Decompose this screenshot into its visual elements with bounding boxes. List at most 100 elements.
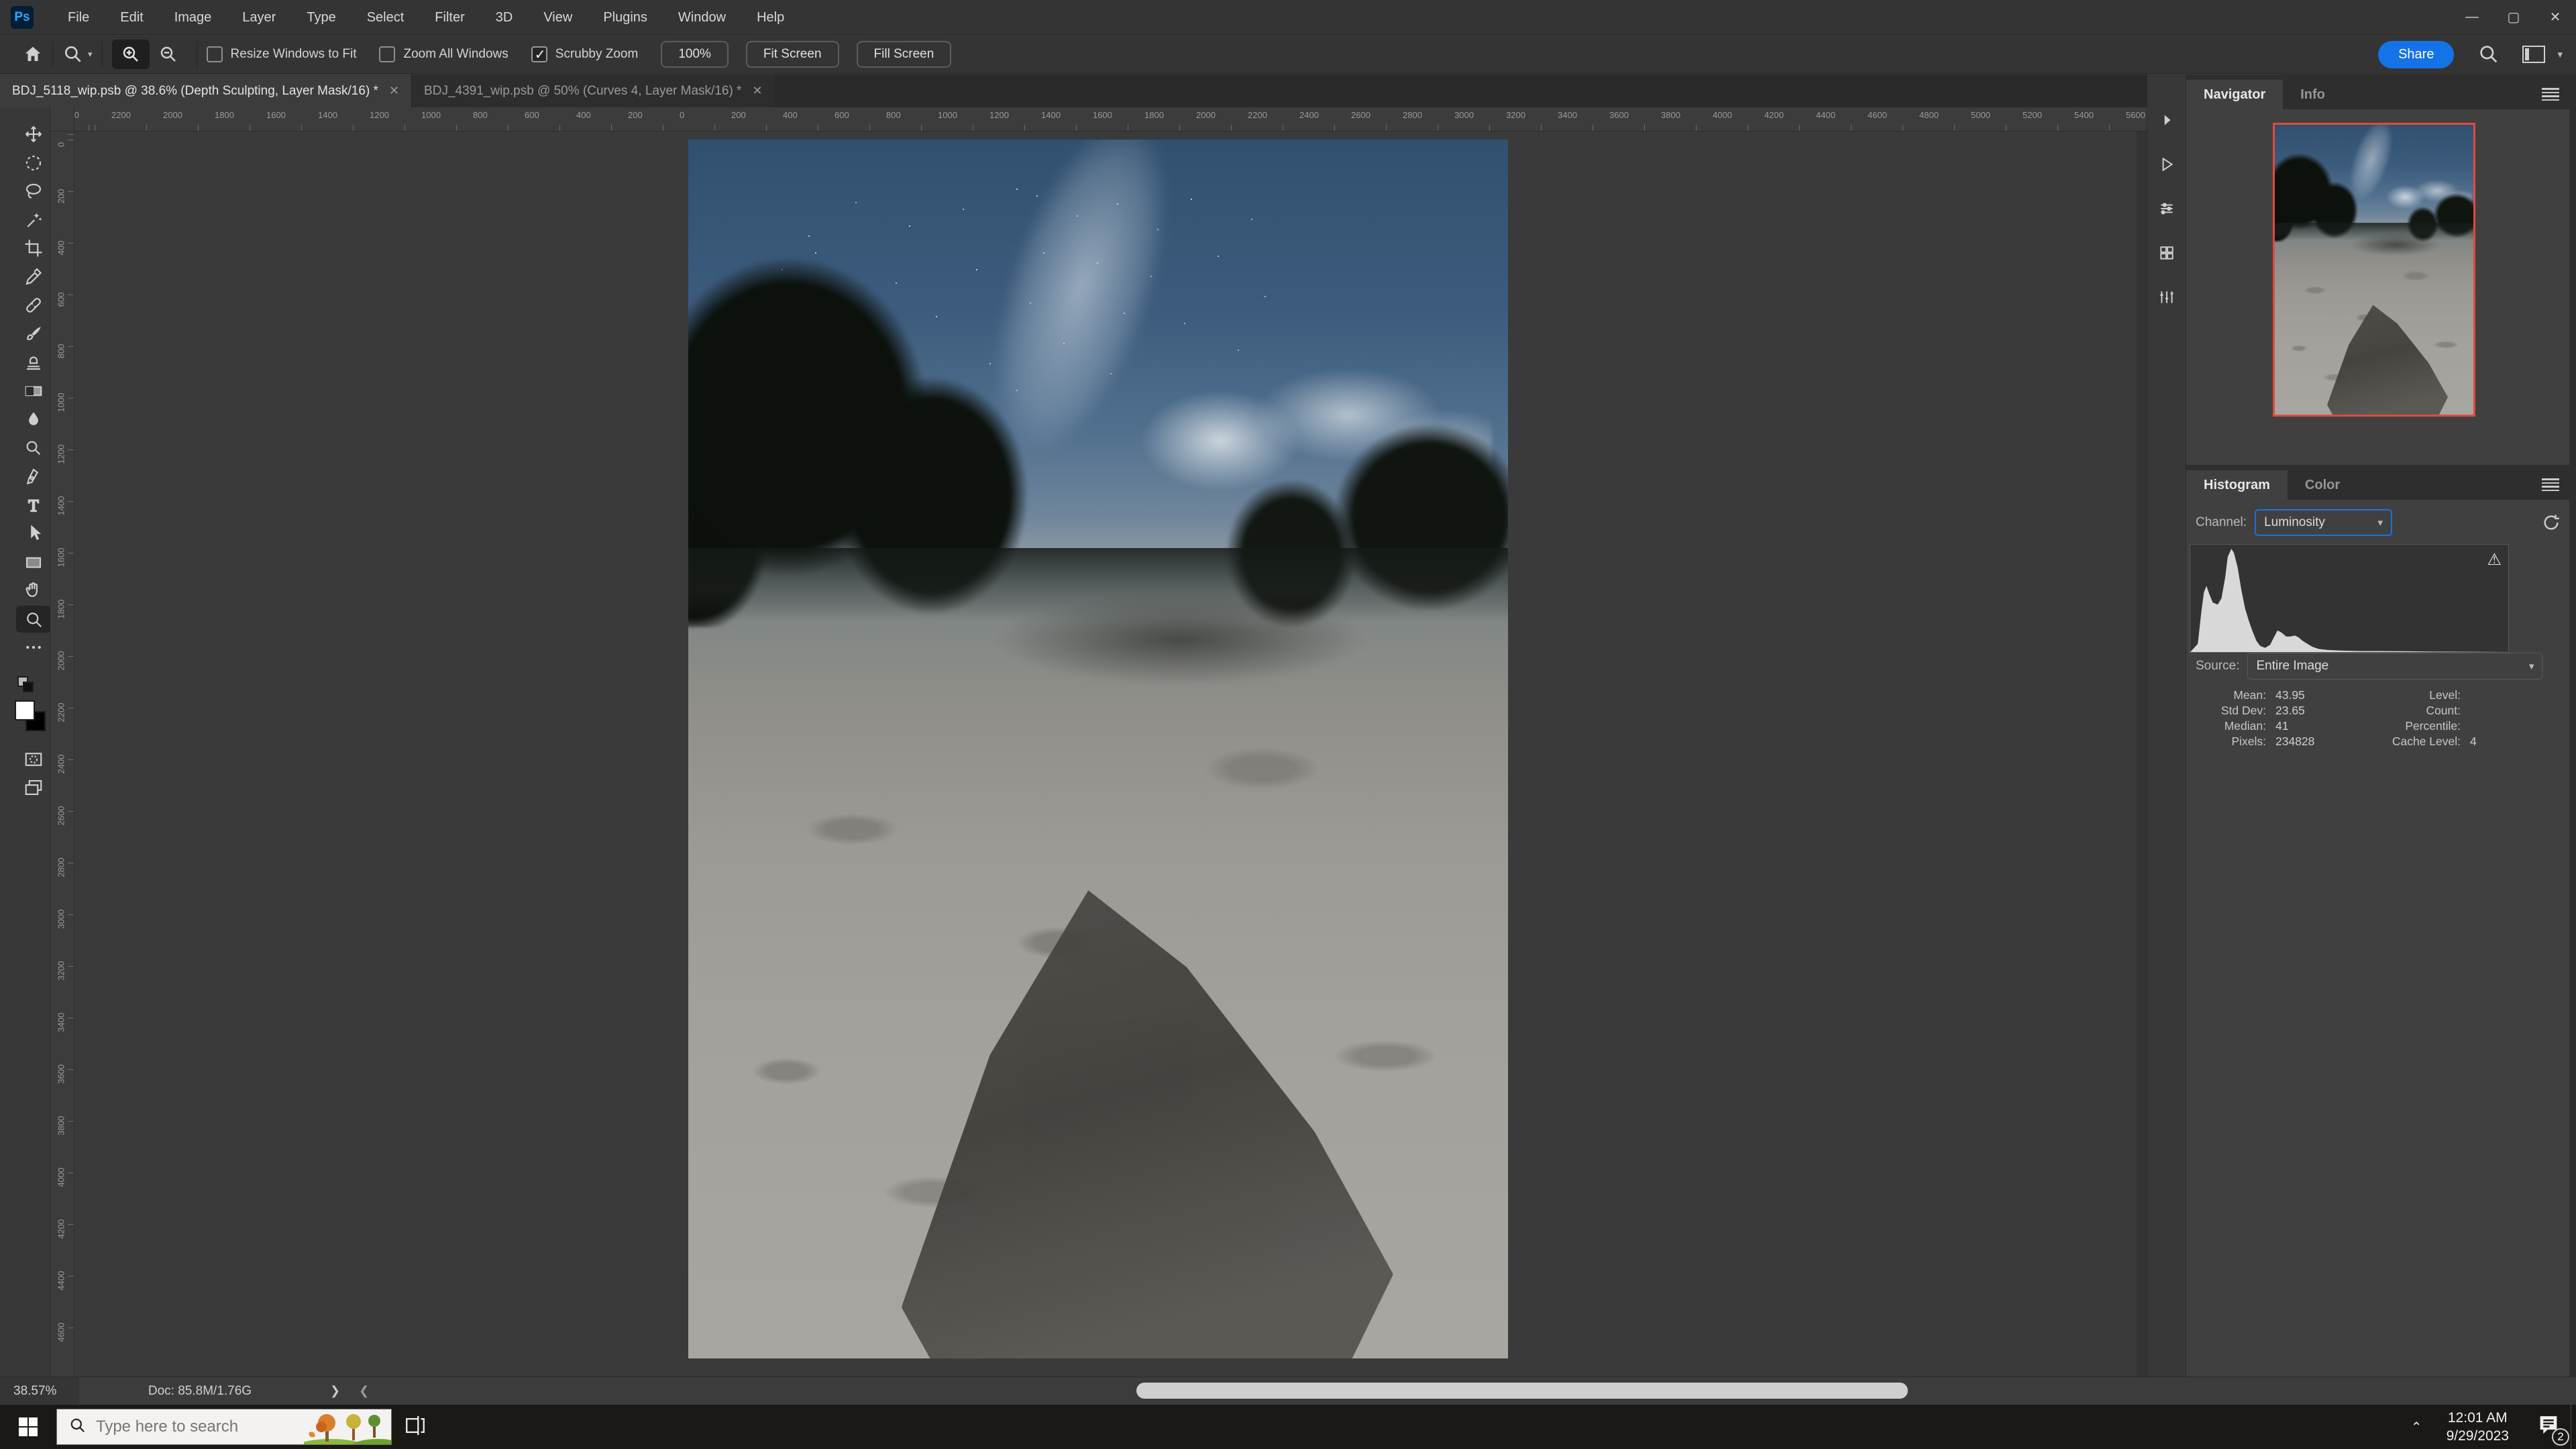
- pen-tool[interactable]: [16, 463, 51, 490]
- canvas-area[interactable]: [74, 131, 2137, 1377]
- dodge-tool[interactable]: [16, 435, 51, 462]
- close-tab-icon[interactable]: ✕: [389, 84, 399, 98]
- menu-select[interactable]: Select: [352, 0, 420, 35]
- zoom-out-button[interactable]: [150, 40, 187, 69]
- menu-image[interactable]: Image: [159, 0, 227, 35]
- maximize-button[interactable]: ▢: [2493, 0, 2534, 35]
- show-desktop-strip[interactable]: [2571, 1405, 2576, 1449]
- quick-select-tool[interactable]: [16, 207, 51, 233]
- clone-stamp-tool[interactable]: [16, 349, 51, 376]
- shape-tool[interactable]: [16, 549, 51, 576]
- path-select-tool[interactable]: [16, 520, 51, 547]
- stat-value: 234828: [2275, 735, 2315, 748]
- menu-file[interactable]: File: [52, 0, 105, 35]
- share-button[interactable]: Share: [2378, 40, 2455, 68]
- notification-icon[interactable]: 2: [2536, 1414, 2569, 1446]
- canvas-horizontal-scrollbar[interactable]: [378, 1377, 2576, 1405]
- scroll-left-arrow[interactable]: ❮: [359, 1384, 369, 1398]
- menu-view[interactable]: View: [528, 0, 588, 35]
- move-tool[interactable]: [16, 121, 51, 148]
- checkbox-box[interactable]: [531, 46, 547, 63]
- eyedropper-tool[interactable]: [16, 264, 51, 290]
- blur-tool[interactable]: [16, 406, 51, 433]
- properties-panel-icon[interactable]: [2156, 286, 2178, 308]
- horizontal-scroll-thumb[interactable]: [1136, 1383, 1909, 1399]
- document-tab-1[interactable]: BDJ_4391_wip.psb @ 50% (Curves 4, Layer …: [411, 74, 775, 107]
- start-button[interactable]: [0, 1405, 56, 1449]
- menu-3d[interactable]: 3D: [480, 0, 529, 35]
- tab-color[interactable]: Color: [2288, 470, 2357, 500]
- taskbar-clock[interactable]: 12:01 AM 9/29/2023: [2447, 1409, 2509, 1445]
- menu-edit[interactable]: Edit: [105, 0, 158, 35]
- uncached-refresh-icon[interactable]: [2541, 513, 2561, 533]
- zoom-tool[interactable]: [16, 605, 51, 633]
- menu-plugins[interactable]: Plugins: [588, 0, 663, 35]
- source-select[interactable]: Entire Image ▾: [2247, 653, 2543, 680]
- workspace-icon[interactable]: [2522, 45, 2546, 64]
- menu-type[interactable]: Type: [291, 0, 351, 35]
- healing-tool[interactable]: [16, 292, 51, 319]
- close-tab-icon[interactable]: ✕: [752, 84, 762, 98]
- status-options-arrow[interactable]: ❯: [330, 1384, 340, 1398]
- fit-screenbutton[interactable]: Fit Screen: [745, 41, 839, 68]
- tab-histogram[interactable]: Histogram: [2186, 470, 2288, 500]
- document-tab-0[interactable]: BDJ_5118_wip.psb @ 38.6% (Depth Sculptin…: [0, 74, 412, 107]
- menu-window[interactable]: Window: [663, 0, 741, 35]
- cached-data-warning-icon[interactable]: ⚠: [2487, 550, 2502, 570]
- 100-button[interactable]: 100%: [661, 41, 729, 68]
- navigator-proxy-view[interactable]: [2273, 123, 2475, 417]
- crop-tool[interactable]: [16, 235, 51, 262]
- lasso-tool[interactable]: [16, 178, 51, 205]
- tab-navigator[interactable]: Navigator: [2186, 80, 2284, 109]
- stat-label: Level:: [2429, 688, 2461, 702]
- channel-select[interactable]: Luminosity ▾: [2255, 509, 2393, 536]
- brush-tool[interactable]: [16, 321, 51, 347]
- tab-info[interactable]: Info: [2283, 80, 2343, 109]
- stat-value: 41: [2275, 719, 2289, 733]
- v-ruler-label: 200: [56, 189, 66, 204]
- zoom-in-button[interactable]: [111, 40, 150, 69]
- status-zoom-field[interactable]: 38.57%: [0, 1377, 79, 1405]
- search-input[interactable]: [96, 1417, 284, 1436]
- checkbox-resize-windows-to-fit[interactable]: Resize Windows to Fit: [206, 46, 356, 62]
- adjustments-panel-icon[interactable]: [2156, 198, 2178, 219]
- menu-help[interactable]: Help: [741, 0, 800, 35]
- libraries-panel-icon[interactable]: [2156, 242, 2178, 264]
- search-icon[interactable]: [2478, 44, 2500, 65]
- panel-menu-icon[interactable]: [2542, 86, 2559, 103]
- checkbox-scrubby-zoom[interactable]: Scrubby Zoom: [531, 46, 638, 63]
- canvas-vertical-scrollbar[interactable]: [2137, 131, 2147, 1377]
- document-image[interactable]: [688, 140, 1508, 1358]
- h-ruler-label: 4400: [1816, 110, 1835, 120]
- more-tool[interactable]: [16, 634, 51, 661]
- h-ruler-label: 3800: [1661, 110, 1680, 120]
- foreground-color-swatch[interactable]: [15, 700, 35, 720]
- h-ruler-label: 3200: [1506, 110, 1525, 120]
- screen-mode-icon[interactable]: [16, 774, 51, 801]
- checkbox-zoom-all-windows[interactable]: Zoom All Windows: [379, 46, 508, 62]
- quick-mask-icon[interactable]: [16, 746, 51, 773]
- close-button[interactable]: ✕: [2534, 0, 2576, 35]
- tray-expand-icon[interactable]: ⌃: [2411, 1419, 2422, 1436]
- type-tool[interactable]: T: [16, 492, 51, 519]
- gradient-tool[interactable]: [16, 378, 51, 405]
- expand-panels-icon[interactable]: [2156, 109, 2178, 131]
- home-icon[interactable]: [23, 44, 43, 64]
- hand-tool[interactable]: [16, 577, 51, 604]
- v-ruler-label: 2000: [56, 651, 66, 671]
- taskbar-search[interactable]: [56, 1409, 392, 1445]
- chevron-down-icon[interactable]: ▾: [2557, 48, 2563, 60]
- panel-menu-icon[interactable]: [2542, 476, 2559, 493]
- fill-screenbutton[interactable]: Fill Screen: [856, 41, 952, 68]
- minimize-button[interactable]: —: [2451, 0, 2493, 35]
- marquee-tool[interactable]: [16, 150, 51, 176]
- checkbox-box[interactable]: [379, 46, 396, 62]
- task-view-icon[interactable]: [404, 1414, 427, 1440]
- menu-layer[interactable]: Layer: [227, 0, 291, 35]
- checkbox-box[interactable]: [206, 46, 223, 62]
- h-ruler-label: 400: [576, 110, 591, 120]
- v-ruler-label: 3800: [56, 1116, 66, 1136]
- zoom-tool-icon[interactable]: ▾: [62, 44, 93, 65]
- actions-panel-icon[interactable]: [2156, 154, 2178, 175]
- menu-filter[interactable]: Filter: [419, 0, 480, 35]
